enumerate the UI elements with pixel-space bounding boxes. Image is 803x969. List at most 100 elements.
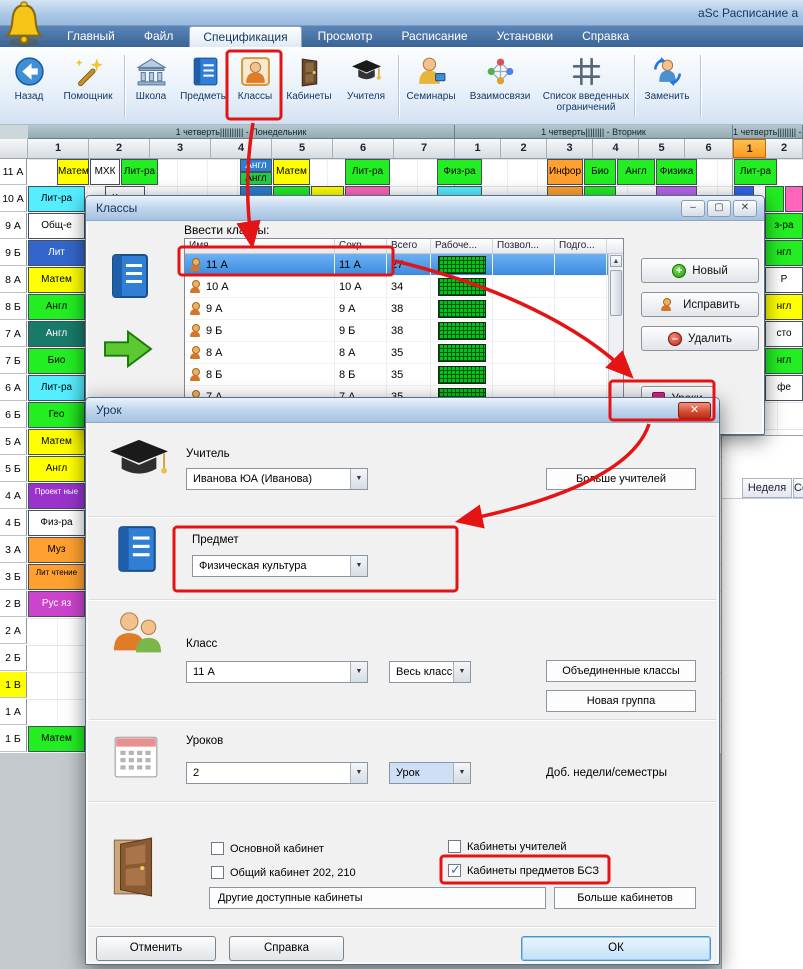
timetable-cell[interactable]: Матем	[28, 429, 85, 455]
timetable-cell[interactable]: Био	[584, 159, 616, 185]
toolbar-button-constraints[interactable]: Список введенных ограничений	[540, 52, 632, 113]
window-titlebar[interactable]: aSc Расписание а	[0, 0, 803, 26]
timetable-row-label[interactable]: 7 А	[0, 321, 27, 347]
more-teachers-button[interactable]: Больше учителей	[546, 468, 696, 490]
classes-dialog-titlebar[interactable]: Классы – ▢ ✕	[86, 196, 764, 221]
toolbar-button-relations[interactable]: Взаимосвязи	[462, 52, 538, 102]
menu-item-spravka[interactable]: Справка	[569, 26, 642, 47]
classes-book-icon[interactable]	[102, 252, 156, 300]
checkbox-icon[interactable]	[211, 866, 224, 879]
timetable-row-label[interactable]: 10 А	[0, 186, 27, 212]
checkbox-icon[interactable]	[211, 842, 224, 855]
timetable-cell[interactable]: Общ-е	[28, 213, 85, 239]
minimize-icon[interactable]: –	[681, 200, 705, 217]
timetable-cell[interactable]: Лит-ра	[121, 159, 158, 185]
timetable-row-label[interactable]: 3 А	[0, 537, 27, 563]
subject-rooms-checkbox[interactable]: Кабинеты предметов БСЗ	[448, 864, 599, 877]
chevron-down-icon[interactable]: ▼	[350, 763, 367, 783]
timetable-row-label[interactable]: 1 В	[0, 672, 27, 698]
timetable-row-label[interactable]: 3 Б	[0, 564, 27, 590]
timetable-cell[interactable]: Био	[28, 348, 85, 374]
shared-room-checkbox[interactable]: Общий кабинет 202, 210	[211, 866, 356, 879]
column-header-name[interactable]: Имя	[185, 239, 335, 253]
timetable-row-label[interactable]: 4 Б	[0, 510, 27, 536]
timetable-row-label[interactable]: 8 А	[0, 267, 27, 293]
maximize-icon[interactable]: ▢	[707, 200, 731, 217]
chevron-down-icon[interactable]: ▼	[350, 662, 367, 682]
checkbox-checked-icon[interactable]	[448, 864, 461, 877]
classes-table-row[interactable]: 8 Б8 Б35	[185, 364, 623, 386]
timetable-cell[interactable]: Матем	[273, 159, 310, 185]
timetable-row-label[interactable]: 6 Б	[0, 402, 27, 428]
teacher-select[interactable]: Иванова ЮА (Иванова) ▼	[186, 468, 368, 490]
classes-table-row[interactable]: 8 А8 А35	[185, 342, 623, 364]
timetable-cell[interactable]: нгл	[765, 240, 803, 266]
column-header-prep[interactable]: Подго...	[555, 239, 607, 253]
timetable-row-label[interactable]: 11 А	[0, 159, 27, 185]
timetable-cell[interactable]: Англ	[240, 172, 272, 185]
lesson-duration-select[interactable]: Урок ▼	[389, 762, 471, 784]
toolbar-button-back[interactable]: Назад	[6, 52, 52, 102]
chevron-down-icon[interactable]: ▼	[350, 556, 367, 576]
timetable-cell[interactable]: Гео	[28, 402, 85, 428]
timetable-row-label[interactable]: 5 Б	[0, 456, 27, 482]
close-icon[interactable]: ✕	[678, 402, 711, 419]
timetable-cell[interactable]: сто	[765, 321, 803, 347]
edit-class-button[interactable]: Исправить	[641, 292, 759, 317]
more-rooms-button[interactable]: Больше кабинетов	[554, 887, 696, 909]
timetable-cell[interactable]: Лит чтение	[28, 564, 85, 590]
delete-class-button[interactable]: – Удалить	[641, 326, 759, 351]
toolbar-button-subjects[interactable]: Предметы	[176, 52, 232, 102]
timetable-cell[interactable]: Англ	[28, 321, 85, 347]
timetable-cell[interactable]: Лит	[28, 240, 85, 266]
classes-table-row[interactable]: 11 А11 А27	[185, 254, 623, 276]
scroll-up-icon[interactable]: ▲	[610, 255, 622, 267]
timetable-cell[interactable]: Физ-ра	[28, 510, 85, 536]
weeks-semesters-label[interactable]: Доб. недели/семестры	[546, 767, 667, 779]
menu-item-prosmotr[interactable]: Просмотр	[305, 26, 386, 47]
menu-item-raspisanie[interactable]: Расписание	[388, 26, 480, 47]
other-rooms-button[interactable]: Другие доступные кабинеты	[209, 887, 546, 909]
timetable-cell[interactable]: Рус яз	[28, 591, 85, 617]
timetable-cell[interactable]: Англ	[240, 159, 272, 172]
timetable-row-label[interactable]: 9 А	[0, 213, 27, 239]
timetable-row-label[interactable]: 2 А	[0, 618, 27, 644]
toolbar-button-school[interactable]: Школа	[128, 52, 174, 102]
timetable-row-label[interactable]: 7 Б	[0, 348, 27, 374]
class-scope-select[interactable]: Весь класс ▼	[389, 661, 471, 683]
chevron-down-icon[interactable]: ▼	[453, 763, 470, 783]
semester-column-header[interactable]: Се	[793, 478, 803, 498]
timetable-cell[interactable]: Матем	[57, 159, 89, 185]
close-icon[interactable]: ✕	[733, 200, 757, 217]
subject-select[interactable]: Физическая культура ▼	[192, 555, 368, 577]
timetable-row-label[interactable]: 6 А	[0, 375, 27, 401]
week-column-header[interactable]: Неделя	[742, 478, 792, 498]
toolbar-button-wizard[interactable]: Помощник	[56, 52, 120, 102]
chevron-down-icon[interactable]: ▼	[453, 662, 470, 682]
column-header-abbr[interactable]: Сокр.	[335, 239, 387, 253]
toolbar-button-teachers[interactable]: Учителя	[340, 52, 392, 102]
menu-item-fail[interactable]: Файл	[131, 26, 187, 47]
timetable-cell[interactable]: Физ-ра	[437, 159, 482, 185]
new-group-button[interactable]: Новая группа	[546, 690, 696, 712]
checkbox-icon[interactable]	[448, 840, 461, 853]
timetable-row-label[interactable]: 5 А	[0, 429, 27, 455]
joined-classes-button[interactable]: Объединенные классы	[546, 660, 696, 682]
lessons-count-select[interactable]: 2 ▼	[186, 762, 368, 784]
menu-item-glavny[interactable]: Главный	[54, 26, 128, 47]
chevron-down-icon[interactable]: ▼	[350, 469, 367, 489]
timetable-row-label[interactable]: 2 В	[0, 591, 27, 617]
timetable-cell[interactable]: нгл	[765, 294, 803, 320]
menu-item-ustanovki[interactable]: Установки	[484, 26, 566, 47]
timetable-cell[interactable]: Матем	[28, 726, 85, 752]
ok-button[interactable]: ОК	[521, 936, 711, 961]
column-header-worktime[interactable]: Рабоче...	[431, 239, 493, 253]
timetable-cell[interactable]: Лит-ра	[734, 159, 777, 185]
timetable-cell[interactable]	[785, 186, 803, 212]
help-button[interactable]: Справка	[229, 936, 344, 961]
column-header-allow[interactable]: Позвол...	[493, 239, 555, 253]
timetable-row-label[interactable]: 2 Б	[0, 645, 27, 671]
teachers-rooms-checkbox[interactable]: Кабинеты учителей	[448, 840, 567, 853]
timetable-cell[interactable]: Инфор	[547, 159, 583, 185]
green-arrow-icon[interactable]	[99, 326, 157, 372]
